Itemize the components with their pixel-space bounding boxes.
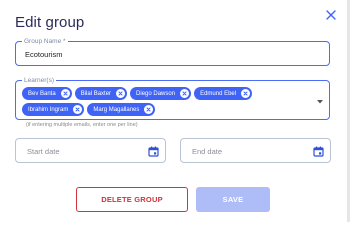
group-name-field[interactable]: Group Name * Ecotourism [15, 37, 330, 66]
learner-chip[interactable]: Bev Banta [22, 87, 72, 100]
learner-chip-label: Diego Dawson [136, 90, 176, 97]
start-date-placeholder: Start date [27, 147, 60, 156]
close-icon [63, 91, 68, 96]
learner-chip[interactable]: Bilal Baxter [74, 87, 128, 100]
remove-chip-button[interactable] [73, 105, 83, 114]
close-icon [243, 91, 248, 96]
chevron-down-icon[interactable] [317, 99, 323, 104]
delete-group-button[interactable]: DELETE GROUP [76, 187, 188, 212]
end-date-placeholder: End date [192, 147, 223, 156]
learner-chips: Bev Banta Bilal Baxter Diego Dawson Edmu… [22, 87, 302, 116]
learner-chip[interactable]: Ibrahim Ingram [22, 103, 85, 116]
group-name-label: Group Name * [22, 37, 68, 46]
close-button[interactable] [324, 8, 338, 22]
learners-helper-text: (if entering multiple emails, enter one … [26, 122, 138, 128]
remove-chip-button[interactable] [241, 89, 251, 98]
learner-chip-label: Bilal Baxter [80, 90, 112, 97]
learner-chip-label: Edmund Ebel [200, 90, 237, 97]
remove-chip-button[interactable] [144, 105, 154, 114]
close-icon [118, 91, 123, 96]
close-icon [75, 107, 80, 112]
edit-group-dialog: Edit group Group Name * Ecotourism Learn… [0, 0, 350, 222]
learner-chip-label: Marg Magallanes [93, 106, 140, 113]
save-button[interactable]: SAVE [196, 187, 270, 212]
group-name-value[interactable]: Ecotourism [25, 50, 63, 59]
close-icon [182, 91, 187, 96]
learners-label: Learner(s) [22, 76, 56, 85]
remove-chip-button[interactable] [116, 89, 126, 98]
close-icon [326, 10, 336, 20]
remove-chip-button[interactable] [180, 89, 190, 98]
start-date-field[interactable]: Start date [15, 138, 166, 163]
learner-chip[interactable]: Marg Magallanes [87, 103, 156, 116]
learners-field[interactable]: Learner(s) Bev Banta Bilal Baxter Diego … [15, 76, 330, 120]
learner-chip-label: Bev Banta [28, 90, 56, 97]
calendar-icon[interactable] [148, 146, 159, 157]
close-icon [146, 107, 151, 112]
remove-chip-button[interactable] [60, 89, 70, 98]
learner-chip[interactable]: Diego Dawson [130, 87, 192, 100]
dialog-title: Edit group [15, 14, 85, 31]
learner-chip-label: Ibrahim Ingram [28, 106, 69, 113]
calendar-icon[interactable] [313, 146, 324, 157]
end-date-field[interactable]: End date [180, 138, 331, 163]
learner-chip[interactable]: Edmund Ebel [194, 87, 253, 100]
